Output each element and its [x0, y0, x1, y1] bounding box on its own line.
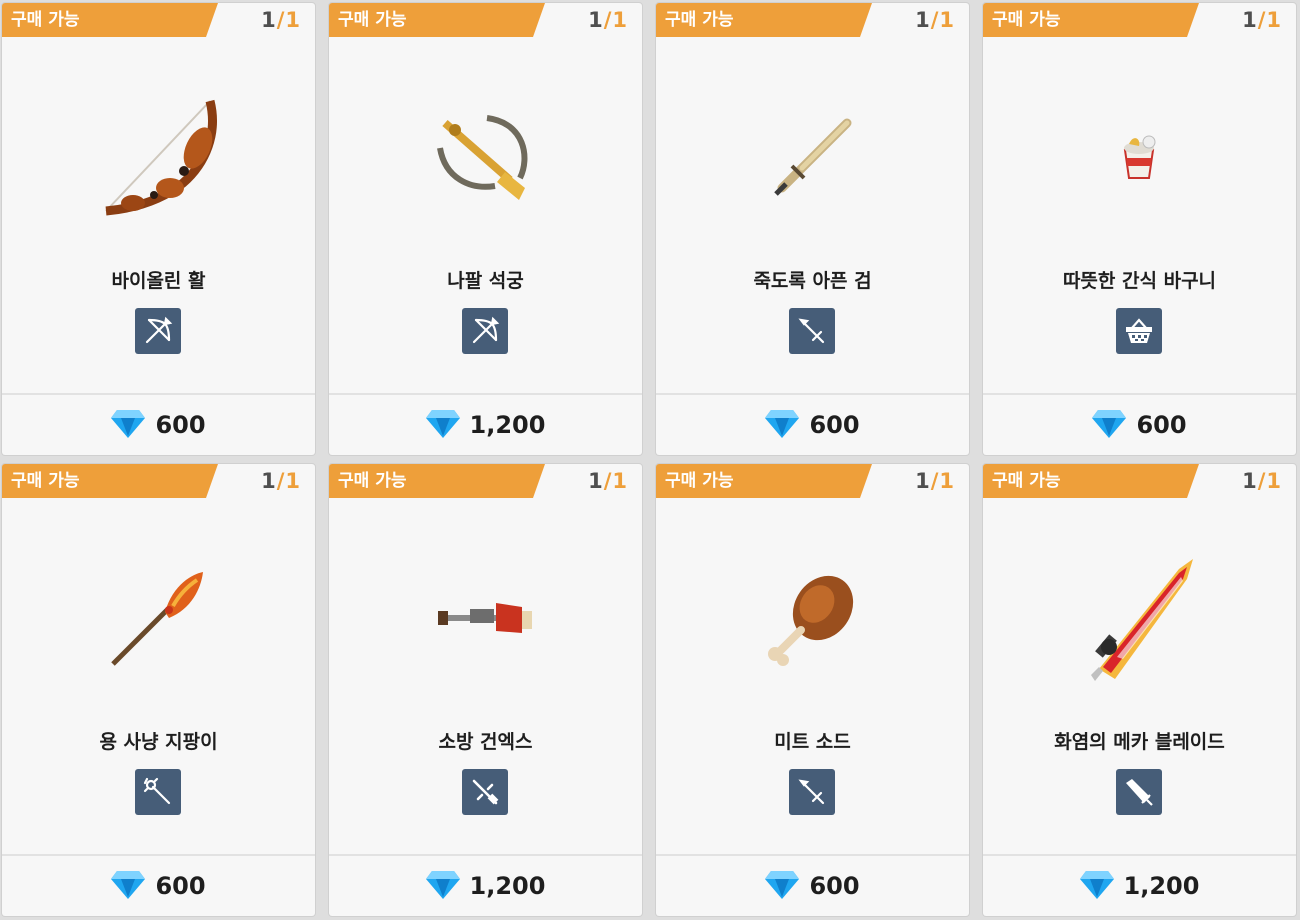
limit-count: 1	[285, 8, 301, 32]
purchase-count: 1/1	[261, 469, 301, 493]
limit-count: 1	[612, 8, 628, 32]
bamboo-sword-image	[712, 73, 912, 243]
price-row: 600	[983, 393, 1296, 455]
limit-count: 1	[1266, 8, 1282, 32]
diamond-icon	[765, 408, 800, 442]
violin-bow-image	[58, 73, 258, 243]
bought-count: 1	[261, 8, 277, 32]
diamond-icon	[425, 869, 460, 903]
flame-mecha-blade-image	[1039, 534, 1239, 704]
sword-icon	[789, 308, 835, 354]
item-name: 용 사냥 지팡이	[99, 731, 218, 753]
price-label: 600	[155, 411, 206, 439]
price-label: 600	[155, 872, 206, 900]
status-badge: 구매 가능	[2, 464, 218, 498]
shop-item-card[interactable]: 구매 가능 1/1 따뜻한 간식 바구니 600	[983, 3, 1296, 455]
purchase-count: 1/1	[261, 8, 301, 32]
price-row: 1,200	[329, 854, 642, 916]
meat-sword-image	[712, 534, 912, 704]
staff-icon	[135, 769, 181, 815]
shop-item-card[interactable]: 구매 가능 1/1 용 사냥 지팡이 600	[2, 464, 315, 916]
price-row: 1,200	[983, 854, 1296, 916]
purchase-count: 1/1	[1242, 8, 1282, 32]
snack-basket-image	[1039, 73, 1239, 243]
price-label: 600	[809, 872, 860, 900]
purchase-count: 1/1	[588, 8, 628, 32]
bought-count: 1	[1242, 8, 1258, 32]
limit-count: 1	[939, 469, 955, 493]
bought-count: 1	[915, 8, 931, 32]
purchase-count: 1/1	[915, 469, 955, 493]
price-row: 600	[656, 854, 969, 916]
shop-grid: 구매 가능 1/1 바이올린 활 600 구매 가능 1/1 나팔 석궁 1,2…	[0, 0, 1300, 920]
diamond-icon	[1092, 408, 1127, 442]
limit-count: 1	[612, 469, 628, 493]
limit-count: 1	[285, 469, 301, 493]
price-label: 600	[809, 411, 860, 439]
price-row: 1,200	[329, 393, 642, 455]
status-badge: 구매 가능	[983, 3, 1199, 37]
price-label: 600	[1136, 411, 1187, 439]
item-name: 화염의 메카 블레이드	[1054, 731, 1225, 753]
status-badge: 구매 가능	[656, 464, 872, 498]
item-name: 바이올린 활	[111, 270, 206, 292]
shop-item-card[interactable]: 구매 가능 1/1 화염의 메카 블레이드 1,200	[983, 464, 1296, 916]
shop-item-card[interactable]: 구매 가능 1/1 죽도록 아픈 검 600	[656, 3, 969, 455]
item-name: 죽도록 아픈 검	[753, 270, 872, 292]
price-label: 1,200	[469, 872, 546, 900]
fire-gunaxe-image	[385, 534, 585, 704]
status-badge: 구매 가능	[983, 464, 1199, 498]
basket-icon	[1116, 308, 1162, 354]
bought-count: 1	[1242, 469, 1258, 493]
bought-count: 1	[261, 469, 277, 493]
status-badge: 구매 가능	[656, 3, 872, 37]
shop-item-card[interactable]: 구매 가능 1/1 바이올린 활 600	[2, 3, 315, 455]
item-name: 미트 소드	[774, 731, 851, 753]
diamond-icon	[111, 869, 146, 903]
status-badge: 구매 가능	[329, 464, 545, 498]
price-row: 600	[2, 854, 315, 916]
item-name: 소방 건엑스	[438, 731, 533, 753]
price-row: 600	[656, 393, 969, 455]
shop-item-card[interactable]: 구매 가능 1/1 나팔 석궁 1,200	[329, 3, 642, 455]
diamond-icon	[765, 869, 800, 903]
purchase-count: 1/1	[1242, 469, 1282, 493]
bought-count: 1	[588, 469, 604, 493]
bow-icon	[462, 308, 508, 354]
item-name: 나팔 석궁	[447, 270, 524, 292]
rifle-icon	[462, 769, 508, 815]
limit-count: 1	[939, 8, 955, 32]
shop-item-card[interactable]: 구매 가능 1/1 소방 건엑스 1,200	[329, 464, 642, 916]
bow-icon	[135, 308, 181, 354]
dragon-staff-image	[58, 534, 258, 704]
trumpet-crossbow-image	[385, 73, 585, 243]
purchase-count: 1/1	[588, 469, 628, 493]
price-label: 1,200	[1123, 872, 1200, 900]
price-row: 600	[2, 393, 315, 455]
greatsword-icon	[1116, 769, 1162, 815]
diamond-icon	[1079, 869, 1114, 903]
status-badge: 구매 가능	[329, 3, 545, 37]
bought-count: 1	[915, 469, 931, 493]
sword-icon	[789, 769, 835, 815]
diamond-icon	[425, 408, 460, 442]
purchase-count: 1/1	[915, 8, 955, 32]
shop-item-card[interactable]: 구매 가능 1/1 미트 소드 600	[656, 464, 969, 916]
price-label: 1,200	[469, 411, 546, 439]
bought-count: 1	[588, 8, 604, 32]
item-name: 따뜻한 간식 바구니	[1062, 270, 1217, 292]
diamond-icon	[111, 408, 146, 442]
limit-count: 1	[1266, 469, 1282, 493]
status-badge: 구매 가능	[2, 3, 218, 37]
